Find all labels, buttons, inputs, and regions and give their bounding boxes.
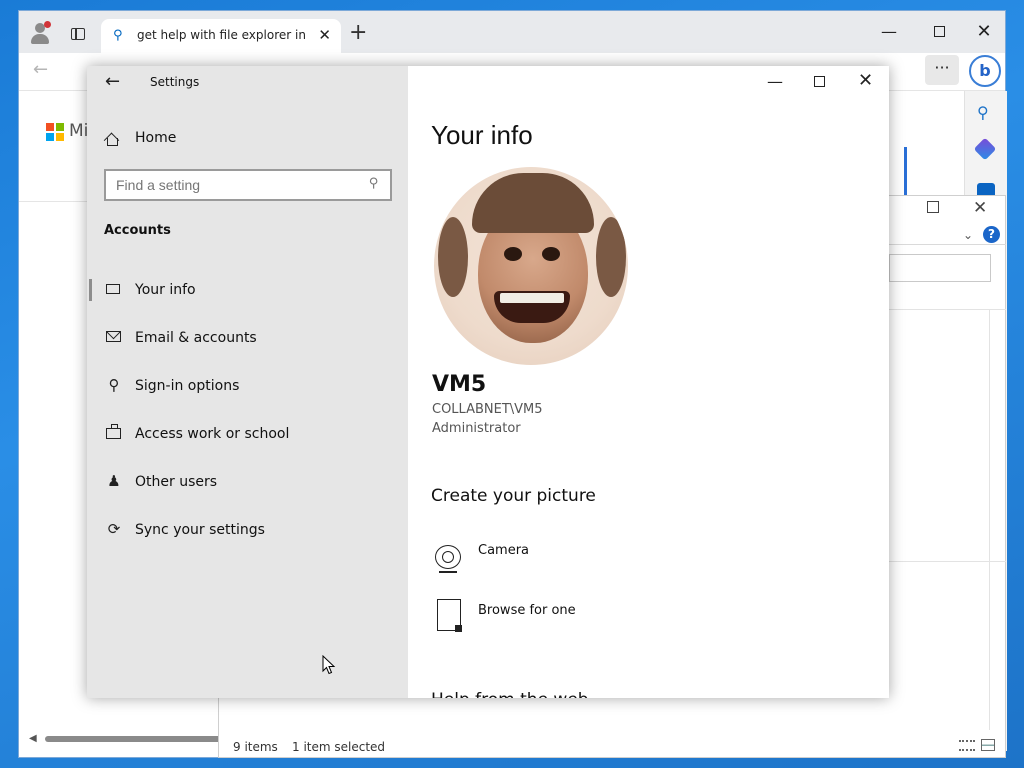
divider xyxy=(989,310,990,730)
details-view-icon[interactable] xyxy=(959,740,975,751)
close-tab-icon[interactable]: ✕ xyxy=(318,26,331,44)
sidebar-item-label: Sign-in options xyxy=(135,378,240,394)
sidebar-item-label: Other users xyxy=(135,474,218,490)
profile-icon[interactable] xyxy=(29,21,51,45)
user-role: Administrator xyxy=(432,421,521,436)
search-icon: ⚲ xyxy=(113,28,123,43)
close-button[interactable]: ✕ xyxy=(973,198,987,218)
maximize-icon xyxy=(933,26,945,37)
settings-window: ← Settings Home ⚲ Accounts Your info Ema… xyxy=(87,66,889,698)
browser-tab[interactable]: ⚲ get help with file explorer in windows… xyxy=(101,19,341,53)
search-box[interactable] xyxy=(889,254,991,282)
sidebar-item-label: Email & accounts xyxy=(135,330,257,346)
apps-icon[interactable] xyxy=(973,137,997,161)
person-card-icon xyxy=(106,284,120,294)
briefcase-icon xyxy=(106,424,121,439)
section-heading-cut-off: Help from the web xyxy=(431,686,631,698)
more-options-button[interactable]: ··· xyxy=(925,55,959,85)
scroll-left-icon[interactable]: ◀ xyxy=(29,733,37,744)
browse-label: Browse for one xyxy=(478,603,576,618)
scrollbar-thumb[interactable] xyxy=(45,736,225,742)
sidebar-item-label: Your info xyxy=(135,282,196,298)
sync-icon: ⟳ xyxy=(107,520,121,538)
selected-count: 1 item selected xyxy=(292,740,386,754)
search-icon: ⚲ xyxy=(369,176,379,191)
home-label: Home xyxy=(135,130,177,146)
close-button[interactable]: ✕ xyxy=(858,70,873,91)
browser-tab-bar: ⚲ get help with file explorer in windows… xyxy=(19,11,1005,53)
search-icon[interactable]: ⚲ xyxy=(977,103,997,123)
horizontal-scrollbar[interactable]: ◀ xyxy=(29,733,229,744)
file-icon xyxy=(437,599,462,632)
camera-icon xyxy=(434,545,462,573)
maximize-button[interactable] xyxy=(814,76,825,87)
sidebar-item-other-users[interactable]: ♟ Other users xyxy=(87,460,408,504)
back-arrow-icon[interactable]: ← xyxy=(105,71,120,92)
sidebar-item-your-info[interactable]: Your info xyxy=(87,268,408,312)
back-arrow-icon[interactable]: ← xyxy=(33,59,48,80)
items-count: 9 items xyxy=(233,740,278,754)
bing-copilot-icon[interactable]: b xyxy=(969,55,1001,87)
new-tab-button[interactable]: + xyxy=(349,22,367,44)
add-user-icon: ♟ xyxy=(107,472,121,490)
key-icon: ⚲ xyxy=(108,376,120,394)
browse-option[interactable]: Browse for one xyxy=(431,597,731,641)
settings-sidebar: ← Settings Home ⚲ Accounts Your info Ema… xyxy=(87,66,408,698)
find-setting-input[interactable] xyxy=(104,169,392,201)
section-title: Accounts xyxy=(104,223,171,238)
chevron-down-icon[interactable]: ⌄ xyxy=(963,228,973,242)
microsoft-logo-icon xyxy=(46,123,64,141)
close-button[interactable]: ✕ xyxy=(969,17,999,47)
tab-actions-icon[interactable] xyxy=(71,28,85,40)
status-bar: 9 items 1 item selected xyxy=(219,732,1005,758)
minimize-button[interactable]: — xyxy=(874,17,904,47)
divider xyxy=(889,561,1006,562)
divider xyxy=(889,244,1006,245)
user-account: COLLABNET\VM5 xyxy=(432,402,543,417)
sidebar-item-sign-in-options[interactable]: ⚲ Sign-in options xyxy=(87,364,408,408)
user-name: VM5 xyxy=(432,372,487,397)
minimize-button[interactable]: — xyxy=(767,72,783,91)
maximize-button[interactable] xyxy=(924,17,954,47)
camera-label: Camera xyxy=(478,543,530,558)
camera-option[interactable]: Camera xyxy=(431,537,731,581)
sidebar-item-access-work-school[interactable]: Access work or school xyxy=(87,412,408,456)
sidebar-item-sync-settings[interactable]: ⟳ Sync your settings xyxy=(87,508,408,552)
sidebar-item-label: Access work or school xyxy=(135,426,290,442)
browser-tab-title: get help with file explorer in windows xyxy=(137,28,307,42)
page-title: Your info xyxy=(431,120,533,150)
sidebar-item-label: Sync your settings xyxy=(135,522,265,538)
mouse-cursor-icon xyxy=(322,655,336,675)
large-icons-view-icon[interactable] xyxy=(981,739,995,751)
create-picture-title: Create your picture xyxy=(431,486,596,506)
sidebar-item-email-accounts[interactable]: Email & accounts xyxy=(87,316,408,360)
app-title: Settings xyxy=(150,75,200,89)
home-icon xyxy=(105,132,119,146)
maximize-button[interactable] xyxy=(927,201,939,213)
mail-icon xyxy=(106,331,121,342)
help-icon[interactable]: ? xyxy=(983,226,1000,243)
section-heading-text: Help from the web xyxy=(431,690,631,698)
avatar xyxy=(434,167,628,365)
